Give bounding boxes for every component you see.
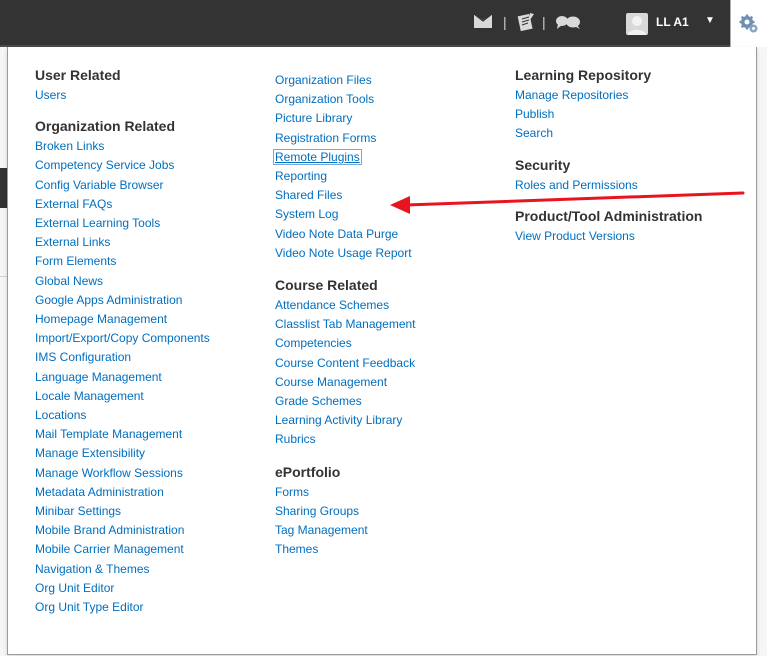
menu-column-2: Organization Files Organization Tools Pi… (273, 71, 416, 560)
menu-link[interactable]: Mobile Carrier Management (35, 540, 210, 559)
menu-link[interactable]: Minibar Settings (35, 502, 210, 521)
menu-link[interactable]: IMS Configuration (35, 348, 210, 367)
menu-link-label[interactable]: Remote Plugins (273, 148, 362, 165)
annotation-arrow (390, 191, 745, 214)
menu-link[interactable]: External Links (35, 233, 210, 252)
menu-link[interactable]: Organization Files (275, 71, 416, 90)
background-page-right (757, 47, 767, 656)
link-list: Attendance Schemes Classlist Tab Managem… (275, 296, 416, 450)
menu-column-1: User Related Users Organization Related … (35, 66, 210, 617)
chat-icon[interactable] (555, 14, 581, 35)
menu-link[interactable]: Sharing Groups (275, 502, 416, 521)
menu-link[interactable]: Reporting (275, 167, 416, 186)
menu-link[interactable]: Publish (515, 105, 702, 124)
menu-link[interactable]: Navigation & Themes (35, 560, 210, 579)
menu-link[interactable]: Mobile Brand Administration (35, 521, 210, 540)
menu-link[interactable]: External Learning Tools (35, 214, 210, 233)
admin-tools-tab[interactable] (730, 0, 767, 47)
background-page-left (0, 47, 7, 656)
menu-link[interactable]: Broken Links (35, 137, 210, 156)
admin-tools-dropdown: User Related Users Organization Related … (7, 47, 757, 655)
top-navigation-bar: | | LL A1 ▼ (0, 0, 767, 47)
link-list: Forms Sharing Groups Tag Management Them… (275, 483, 416, 560)
menu-link[interactable]: Mail Template Management (35, 425, 210, 444)
menu-link[interactable]: Attendance Schemes (275, 296, 416, 315)
menu-link[interactable]: Forms (275, 483, 416, 502)
background-page-fragment (0, 168, 7, 208)
background-page-divider (0, 276, 7, 277)
menu-link[interactable]: Metadata Administration (35, 483, 210, 502)
section-heading: Organization Related (35, 118, 176, 135)
menu-link[interactable]: Classlist Tab Management (275, 315, 416, 334)
menu-link[interactable]: Language Management (35, 368, 210, 387)
menu-link[interactable]: Video Note Data Purge (275, 225, 416, 244)
menu-link[interactable]: Form Elements (35, 252, 210, 271)
menu-link[interactable]: Manage Repositories (515, 86, 702, 105)
menu-link[interactable]: Org Unit Editor (35, 579, 210, 598)
section-heading: ePortfolio (275, 463, 341, 480)
menu-link[interactable]: Competency Service Jobs (35, 156, 210, 175)
menu-link[interactable]: Registration Forms (275, 129, 416, 148)
menu-link[interactable]: Manage Extensibility (35, 444, 210, 463)
menu-link[interactable]: Global News (35, 272, 210, 291)
menu-link-remote-plugins[interactable]: Remote Plugins (273, 148, 416, 167)
menu-link[interactable]: Themes (275, 540, 416, 559)
menu-link[interactable]: Manage Workflow Sessions (35, 464, 210, 483)
user-avatar-icon[interactable] (626, 13, 648, 35)
topbar-separator: | (542, 14, 546, 30)
link-list: Broken Links Competency Service Jobs Con… (35, 137, 210, 617)
menu-link[interactable]: Google Apps Administration (35, 291, 210, 310)
notebook-icon[interactable] (516, 11, 536, 38)
menu-link[interactable]: Rubrics (275, 430, 416, 449)
menu-link[interactable]: Locale Management (35, 387, 210, 406)
menu-link[interactable]: Video Note Usage Report (275, 244, 416, 263)
topbar-separator: | (503, 14, 507, 30)
menu-link[interactable]: Locations (35, 406, 210, 425)
section-heading: User Related (35, 67, 121, 83)
menu-link[interactable]: Org Unit Type Editor (35, 598, 210, 617)
user-menu-label[interactable]: LL A1 (656, 15, 689, 29)
menu-link[interactable]: Course Content Feedback (275, 354, 416, 373)
menu-link[interactable]: Competencies (275, 334, 416, 353)
gear-icon[interactable] (739, 14, 759, 34)
mail-icon[interactable] (472, 11, 494, 36)
caret-down-icon[interactable]: ▼ (705, 15, 715, 26)
menu-link[interactable]: Homepage Management (35, 310, 210, 329)
menu-link[interactable]: View Product Versions (515, 227, 702, 246)
section-heading: Security (515, 156, 571, 173)
menu-link[interactable]: Learning Activity Library (275, 411, 416, 430)
menu-link[interactable]: Picture Library (275, 109, 416, 128)
menu-link[interactable]: Config Variable Browser (35, 176, 210, 195)
menu-link[interactable]: Organization Tools (275, 90, 416, 109)
menu-link[interactable]: Grade Schemes (275, 392, 416, 411)
menu-link[interactable]: Tag Management (275, 521, 416, 540)
link-list: View Product Versions (515, 227, 702, 246)
link-list: Organization Files Organization Tools Pi… (273, 71, 416, 263)
menu-link[interactable]: Users (35, 86, 210, 105)
menu-link[interactable]: External FAQs (35, 195, 210, 214)
link-list: Manage Repositories Publish Search (515, 86, 702, 144)
menu-link[interactable]: Import/Export/Copy Components (35, 329, 210, 348)
section-heading: Course Related (275, 277, 378, 294)
link-list: Users (35, 86, 210, 105)
menu-link[interactable]: Search (515, 124, 702, 143)
section-heading: Learning Repository (515, 67, 652, 83)
menu-link[interactable]: Course Management (275, 373, 416, 392)
